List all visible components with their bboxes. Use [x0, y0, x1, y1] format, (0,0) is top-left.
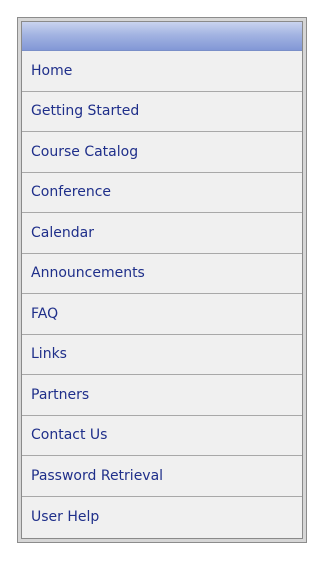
nav-link-conference[interactable]: Conference [31, 184, 111, 200]
nav-item-password-retrieval[interactable]: Password Retrieval [22, 456, 302, 497]
navigation-menu: Home Getting Started Course Catalog Conf… [22, 51, 302, 537]
navigation-panel: Home Getting Started Course Catalog Conf… [17, 17, 307, 543]
nav-link-home[interactable]: Home [31, 63, 72, 79]
nav-item-user-help[interactable]: User Help [22, 496, 302, 537]
nav-link-links[interactable]: Links [31, 346, 67, 362]
nav-link-user-help[interactable]: User Help [31, 509, 99, 525]
nav-link-password-retrieval[interactable]: Password Retrieval [31, 468, 163, 484]
nav-item-home[interactable]: Home [22, 51, 302, 92]
nav-item-contact-us[interactable]: Contact Us [22, 415, 302, 456]
nav-link-partners[interactable]: Partners [31, 387, 89, 403]
nav-link-course-catalog[interactable]: Course Catalog [31, 144, 138, 160]
nav-link-contact-us[interactable]: Contact Us [31, 427, 107, 443]
nav-item-partners[interactable]: Partners [22, 375, 302, 416]
nav-item-course-catalog[interactable]: Course Catalog [22, 132, 302, 173]
nav-item-getting-started[interactable]: Getting Started [22, 91, 302, 132]
nav-link-announcements[interactable]: Announcements [31, 265, 145, 281]
nav-link-calendar[interactable]: Calendar [31, 225, 94, 241]
navigation-header-bar [22, 22, 302, 51]
nav-item-calendar[interactable]: Calendar [22, 213, 302, 254]
nav-item-faq[interactable]: FAQ [22, 294, 302, 335]
nav-item-announcements[interactable]: Announcements [22, 253, 302, 294]
nav-item-links[interactable]: Links [22, 334, 302, 375]
nav-link-faq[interactable]: FAQ [31, 306, 58, 322]
nav-link-getting-started[interactable]: Getting Started [31, 103, 139, 119]
nav-item-conference[interactable]: Conference [22, 172, 302, 213]
navigation-panel-inner: Home Getting Started Course Catalog Conf… [21, 21, 303, 539]
